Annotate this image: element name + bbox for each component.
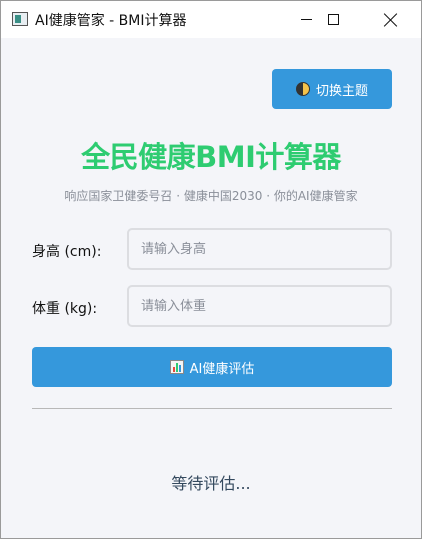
app-window: AI健康管家 - BMI计算器 切换主题 全民健康BMI计算器 响应国家卫健委号… [0,0,422,539]
maximize-icon [327,14,339,25]
app-icon [12,12,28,26]
ai-evaluate-button[interactable]: AI健康评估 [32,347,392,387]
bar-chart-icon [169,360,184,374]
weight-label: 体重 (kg): [32,301,98,317]
half-moon-icon [295,82,310,96]
divider [32,408,392,409]
page-title: 全民健康BMI计算器 [81,140,341,174]
toggle-theme-button[interactable]: 切换主题 [272,69,392,109]
weight-input[interactable] [127,285,392,327]
page-subtitle: 响应国家卫健委号召 · 健康中国2030 · 你的AI健康管家 [64,189,358,203]
close-icon [384,13,398,27]
toggle-theme-label: 切换主题 [315,83,368,99]
window-title: AI健康管家 - BMI计算器 [35,13,187,29]
result-status: 等待评估... [171,474,251,493]
height-input[interactable] [127,228,392,270]
title-bar: AI健康管家 - BMI计算器 [1,1,421,38]
ai-evaluate-label: AI健康评估 [189,361,255,377]
height-label: 身高 (cm): [32,244,102,260]
maximize-button[interactable] [310,1,356,38]
close-button[interactable] [368,1,414,38]
